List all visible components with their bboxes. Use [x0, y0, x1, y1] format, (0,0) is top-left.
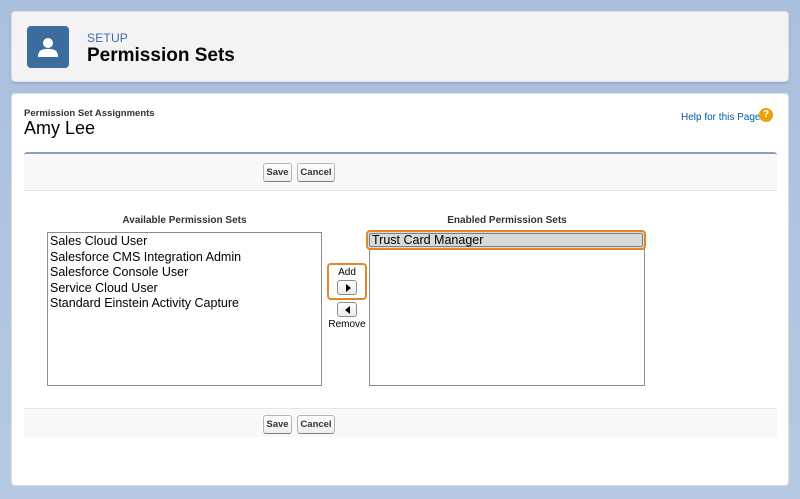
arrow-left-icon: [345, 306, 350, 314]
list-item-label: Trust Card Manager: [372, 233, 484, 247]
list-item-selected[interactable]: Trust Card Manager: [366, 230, 646, 250]
divider: [24, 408, 777, 409]
enabled-sets-list[interactable]: [369, 232, 645, 386]
save-button[interactable]: Save: [263, 163, 292, 182]
enabled-sets-header: Enabled Permission Sets: [447, 215, 567, 226]
add-label: Add: [338, 267, 356, 278]
breadcrumb: SETUP: [87, 31, 129, 45]
list-item[interactable]: Service Cloud User: [48, 281, 321, 297]
list-item[interactable]: Salesforce Console User: [48, 265, 321, 281]
list-item[interactable]: Sales Cloud User: [48, 234, 321, 250]
list-item[interactable]: Salesforce CMS Integration Admin: [48, 250, 321, 266]
available-sets-list[interactable]: Sales Cloud User Salesforce CMS Integrat…: [47, 232, 322, 386]
cancel-button[interactable]: Cancel: [297, 415, 335, 434]
available-sets-header: Available Permission Sets: [122, 215, 247, 226]
cancel-button[interactable]: Cancel: [297, 163, 335, 182]
user-icon: [27, 26, 69, 68]
help-link[interactable]: Help for this Page: [681, 112, 761, 123]
user-name: Amy Lee: [24, 118, 96, 138]
help-icon[interactable]: ?: [759, 108, 773, 122]
remove-button[interactable]: [337, 302, 357, 317]
remove-label: Remove: [328, 319, 366, 330]
list-item[interactable]: Standard Einstein Activity Capture: [48, 296, 321, 312]
page-header: SETUP Permission Sets: [11, 11, 789, 82]
save-button[interactable]: Save: [263, 415, 292, 434]
arrow-right-icon: [346, 284, 351, 292]
add-button[interactable]: [337, 280, 357, 295]
page-title: Permission Sets: [87, 45, 235, 66]
